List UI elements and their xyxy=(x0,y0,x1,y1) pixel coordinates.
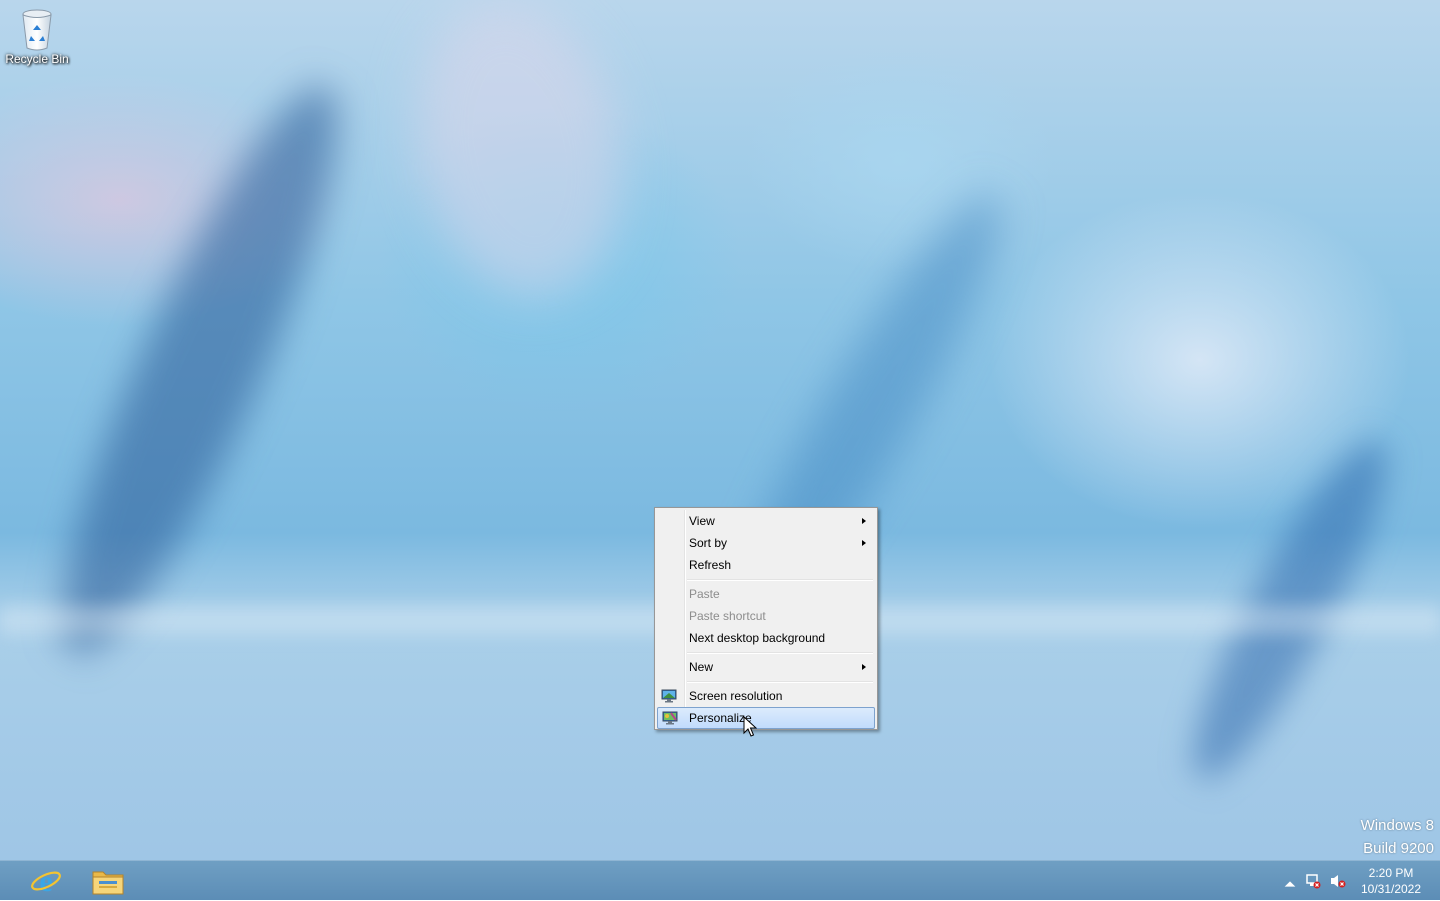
taskbar-clock[interactable]: 2:20 PM 10/31/2022 xyxy=(1352,865,1430,897)
menu-item-label: New xyxy=(689,660,714,674)
taskbar-internet-explorer-button[interactable]: e xyxy=(20,861,72,901)
internet-explorer-icon: e xyxy=(31,865,61,897)
file-explorer-icon xyxy=(92,871,124,895)
submenu-arrow-icon xyxy=(862,518,866,524)
watermark-edition: Windows 8 xyxy=(1360,817,1434,834)
screen-resolution-icon xyxy=(661,688,677,703)
submenu-arrow-icon xyxy=(862,664,866,670)
menu-item-paste: Paste xyxy=(657,583,875,605)
taskbar: e 2:20 PM 10/31/2022 xyxy=(0,860,1440,900)
system-tray: 2:20 PM 10/31/2022 xyxy=(1270,861,1440,901)
volume-muted-icon[interactable] xyxy=(1330,873,1346,889)
wallpaper-detail xyxy=(19,62,381,678)
personalize-icon xyxy=(662,711,678,725)
desktop[interactable]: Recycle Bin Windows 8 Build 9200 View So… xyxy=(0,0,1440,860)
menu-separator xyxy=(687,576,875,583)
recycle-bin-icon xyxy=(20,8,54,52)
menu-item-new[interactable]: New xyxy=(657,656,875,678)
menu-item-paste-shortcut: Paste shortcut xyxy=(657,605,875,627)
svg-text:e: e xyxy=(39,865,52,897)
menu-item-next-desktop-background[interactable]: Next desktop background xyxy=(657,627,875,649)
clock-time: 2:20 PM xyxy=(1368,866,1414,880)
submenu-arrow-icon xyxy=(862,540,866,546)
recycle-bin-label: Recycle Bin xyxy=(5,52,69,66)
wallpaper-detail xyxy=(390,0,650,318)
clock-date: 10/31/2022 xyxy=(1360,882,1422,896)
menu-item-sort-by[interactable]: Sort by xyxy=(657,532,875,554)
windows-build-watermark: Windows 8 Build 9200 xyxy=(1361,814,1434,860)
menu-item-label: Sort by xyxy=(689,536,728,550)
menu-item-label: Refresh xyxy=(689,558,732,572)
taskbar-file-explorer-button[interactable] xyxy=(82,861,134,901)
menu-item-label: Paste shortcut xyxy=(689,609,766,623)
mouse-cursor-icon xyxy=(743,716,757,737)
desktop-context-menu: View Sort by Refresh Paste Paste shortcu… xyxy=(654,507,878,730)
menu-item-personalize[interactable]: Personalize xyxy=(657,707,875,729)
menu-item-label: Next desktop background xyxy=(689,631,826,645)
show-hidden-icons-chevron-icon[interactable] xyxy=(1282,876,1298,892)
menu-item-label: View xyxy=(689,514,715,528)
menu-item-label: Paste xyxy=(689,587,720,601)
network-disconnected-icon[interactable] xyxy=(1305,873,1321,889)
menu-separator xyxy=(687,649,875,656)
watermark-build: Build 9200 xyxy=(1363,840,1434,857)
recycle-bin-desktop-icon[interactable]: Recycle Bin xyxy=(4,6,70,76)
menu-item-screen-resolution[interactable]: Screen resolution xyxy=(657,685,875,707)
menu-item-label: Screen resolution xyxy=(689,689,783,703)
menu-item-refresh[interactable]: Refresh xyxy=(657,554,875,576)
menu-separator xyxy=(687,678,875,685)
menu-item-view[interactable]: View xyxy=(657,510,875,532)
